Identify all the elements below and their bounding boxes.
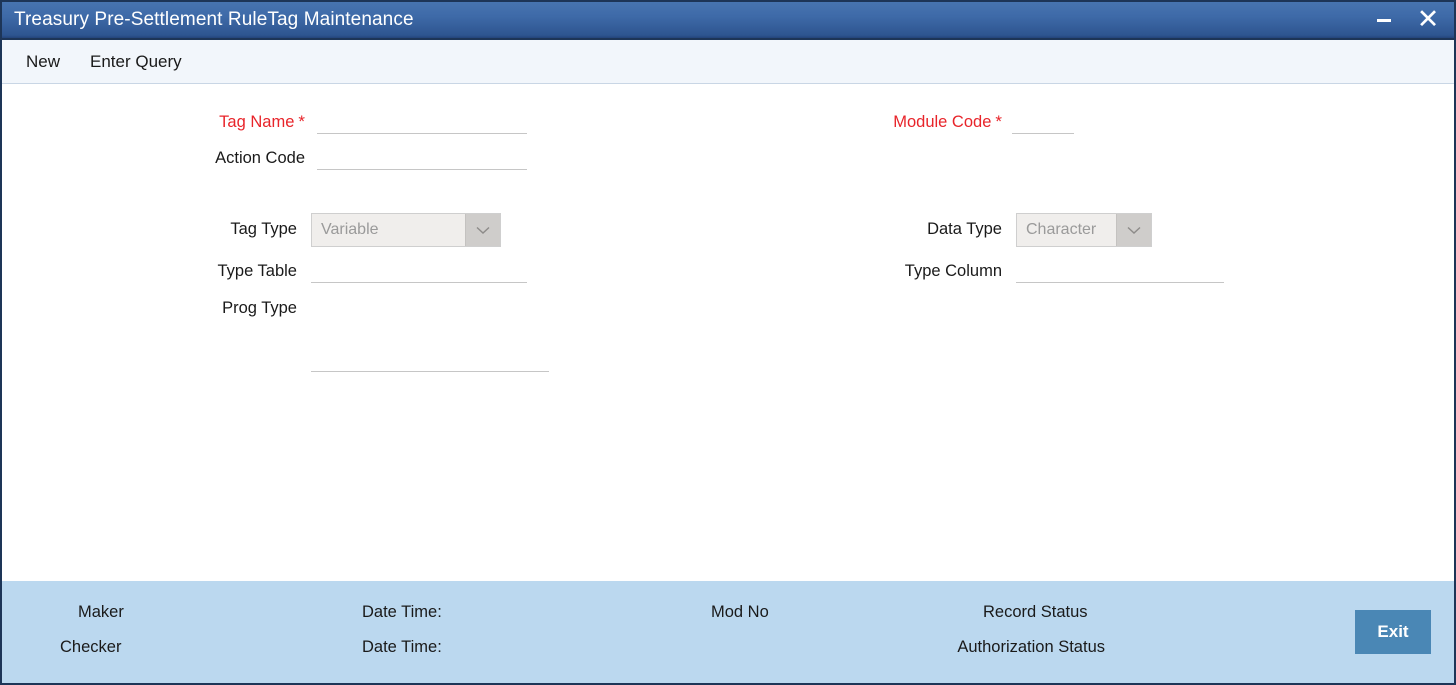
action-code-label: Action Code xyxy=(215,149,305,167)
window-title: Treasury Pre-Settlement RuleTag Maintena… xyxy=(14,9,414,30)
field-type-column: Type Column xyxy=(877,261,1224,283)
application-window: Treasury Pre-Settlement RuleTag Maintena… xyxy=(0,0,1456,685)
type-table-input[interactable] xyxy=(311,262,527,283)
type-column-label: Type Column xyxy=(904,262,1002,280)
tag-type-select[interactable]: Variable xyxy=(311,213,501,247)
field-data-type: Data Type Character xyxy=(877,213,1152,247)
field-module-code: Module Code * xyxy=(877,112,1074,134)
field-type-table: Type Table xyxy=(187,261,532,283)
field-tag-type: Tag Type Variable xyxy=(187,213,501,247)
record-status-label: Record Status xyxy=(983,603,1088,621)
type-column-input[interactable] xyxy=(1016,262,1224,283)
audit-footer: Maker Date Time: Mod No Record Status Ch… xyxy=(2,580,1454,683)
module-code-label: Module Code * xyxy=(893,112,1002,131)
maker-datetime-label: Date Time: xyxy=(362,603,442,621)
tag-type-value: Variable xyxy=(312,214,465,246)
maker-label: Maker xyxy=(78,603,124,621)
field-prog-type: Prog Type xyxy=(187,298,557,372)
tag-type-label: Tag Type xyxy=(230,220,297,238)
window-controls: ✕ xyxy=(1374,5,1454,32)
data-type-value: Character xyxy=(1017,214,1116,246)
form-body: Tag Name * Action Code Tag Type Variable … xyxy=(2,85,1454,581)
field-action-code: Action Code xyxy=(187,148,532,170)
minimize-icon[interactable] xyxy=(1374,10,1394,30)
title-bar: Treasury Pre-Settlement RuleTag Maintena… xyxy=(2,2,1454,40)
required-indicator: * xyxy=(298,112,305,131)
authorization-status-label: Authorization Status xyxy=(957,638,1105,656)
new-button[interactable]: New xyxy=(16,48,70,76)
enter-query-button[interactable]: Enter Query xyxy=(80,48,192,76)
chevron-down-icon[interactable] xyxy=(1116,214,1151,246)
mod-no-label: Mod No xyxy=(711,603,769,621)
tag-name-label: Tag Name * xyxy=(219,112,305,131)
tag-name-input[interactable] xyxy=(317,113,527,134)
module-code-input[interactable] xyxy=(1012,113,1074,134)
action-toolbar: New Enter Query xyxy=(2,40,1454,84)
chevron-down-icon[interactable] xyxy=(465,214,500,246)
required-indicator: * xyxy=(995,112,1002,131)
prog-type-label: Prog Type xyxy=(222,299,297,317)
action-code-input[interactable] xyxy=(317,149,527,170)
data-type-select[interactable]: Character xyxy=(1016,213,1152,247)
type-table-label: Type Table xyxy=(217,262,297,280)
field-tag-name: Tag Name * xyxy=(187,112,532,134)
close-icon[interactable]: ✕ xyxy=(1416,5,1440,32)
data-type-label: Data Type xyxy=(927,220,1002,238)
checker-datetime-label: Date Time: xyxy=(362,638,442,656)
checker-label: Checker xyxy=(60,638,122,656)
exit-button[interactable]: Exit xyxy=(1355,610,1431,654)
prog-type-textarea[interactable] xyxy=(311,298,549,372)
